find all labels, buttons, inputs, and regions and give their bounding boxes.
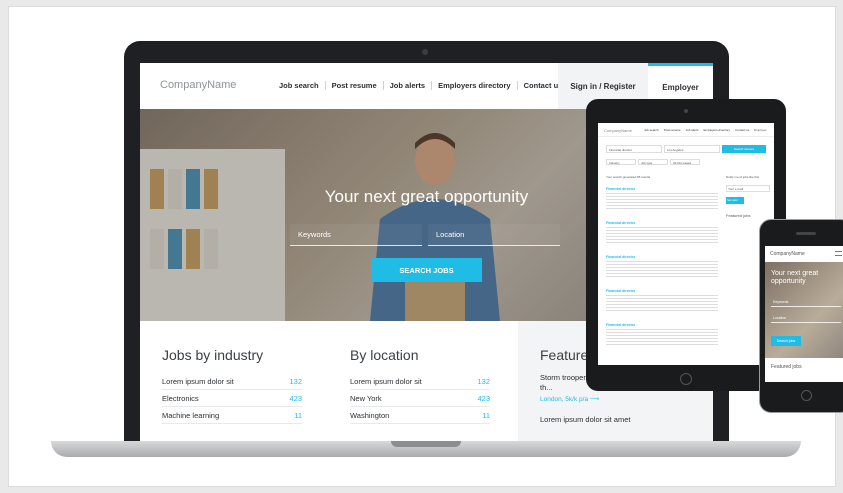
- location-title: By location: [350, 347, 419, 363]
- tablet-navbar: CompanyName Job search Post resume Job a…: [598, 123, 774, 137]
- industry-row[interactable]: Machine learning 11: [162, 407, 302, 424]
- tablet-featured-title: Featured jobs: [726, 213, 751, 218]
- phone-hero: Your next great opportunity Keywords Loc…: [765, 262, 843, 358]
- tablet-search-location[interactable]: Los Angeles: [664, 145, 720, 153]
- phone: CompanyName Your next great opportunity …: [759, 219, 843, 413]
- laptop-base: [51, 441, 801, 457]
- phone-location-input[interactable]: Location: [771, 314, 841, 323]
- nav-job-search[interactable]: Job search: [273, 81, 326, 90]
- industry-row[interactable]: Lorem ipsum dolor sit 132: [162, 373, 302, 390]
- tablet-result-item[interactable]: Financial director: [606, 323, 718, 345]
- tablet-screen: CompanyName Job search Post resume Job a…: [598, 123, 774, 365]
- phone-speaker: [796, 232, 816, 235]
- tablet-result-item[interactable]: Financial director: [606, 221, 718, 243]
- tablet-search-keyword[interactable]: Financial director: [606, 145, 662, 153]
- image-frame: CompanyName Job search Post resume Job a…: [8, 6, 843, 487]
- tablet-filter-industry[interactable]: Industry: [606, 159, 636, 165]
- tablet-alert-email[interactable]: Your e-mail: [726, 185, 770, 192]
- phone-featured-title: Featured jobs: [771, 364, 802, 370]
- featured-item-text[interactable]: Lorem ipsum dolor sit amet: [540, 415, 650, 425]
- nav-employers-directory[interactable]: Employers directory: [432, 81, 518, 90]
- tablet-nav-links: Job search Post resume Job alerts Employ…: [644, 128, 750, 132]
- tablet-filter-jobtype[interactable]: Job type: [638, 159, 668, 165]
- phone-logo[interactable]: CompanyName: [770, 251, 805, 257]
- tablet-result-item[interactable]: Financial director: [606, 289, 718, 311]
- tablet-result-item[interactable]: Financial director: [606, 255, 718, 277]
- phone-keywords-input[interactable]: Keywords: [771, 298, 841, 307]
- tablet-results-header: Your search generated 86 results: [606, 175, 651, 179]
- location-row[interactable]: New York 423: [350, 390, 490, 407]
- nav-job-alerts[interactable]: Job alerts: [384, 81, 433, 90]
- tablet-logo[interactable]: CompanyName: [604, 128, 632, 133]
- location-row[interactable]: Washington 11: [350, 407, 490, 424]
- nav-post-resume[interactable]: Post resume: [326, 81, 384, 90]
- tablet-employer[interactable]: Employer: [754, 128, 767, 132]
- featured-item-location[interactable]: London, 5k/k p/a ⟶: [540, 395, 599, 403]
- laptop-camera: [422, 49, 428, 55]
- company-logo[interactable]: CompanyName: [160, 79, 236, 91]
- phone-home-button[interactable]: [801, 390, 812, 401]
- phone-search-button[interactable]: Search jobs: [771, 336, 801, 346]
- phone-hero-title: Your next great opportunity: [771, 270, 819, 285]
- phone-screen: CompanyName Your next great opportunity …: [765, 246, 843, 382]
- phone-menu-icon[interactable]: [835, 251, 842, 256]
- tablet-alert-button[interactable]: Set alert: [726, 197, 744, 204]
- industry-row[interactable]: Electronics 423: [162, 390, 302, 407]
- location-row[interactable]: Lorem ipsum dolor sit 132: [350, 373, 490, 390]
- tablet-search-button[interactable]: Search careers: [722, 145, 766, 153]
- tablet: CompanyName Job search Post resume Job a…: [586, 99, 786, 391]
- device-mockup-stage: CompanyName Job search Post resume Job a…: [29, 21, 843, 465]
- location-input[interactable]: Location: [428, 224, 560, 246]
- industry-title: Jobs by industry: [162, 347, 264, 363]
- nav-links: Job search Post resume Job alerts Employ…: [273, 81, 568, 90]
- keywords-input[interactable]: Keywords: [290, 224, 422, 246]
- tablet-camera: [684, 109, 688, 113]
- tablet-home-button[interactable]: [680, 373, 692, 385]
- tablet-filter-date[interactable]: All this weeks: [670, 159, 700, 165]
- search-jobs-button[interactable]: SEARCH JOBS: [371, 258, 482, 282]
- tablet-result-item[interactable]: Financial director: [606, 187, 718, 209]
- tablet-alert-title: Notify me of jobs like this: [726, 175, 760, 179]
